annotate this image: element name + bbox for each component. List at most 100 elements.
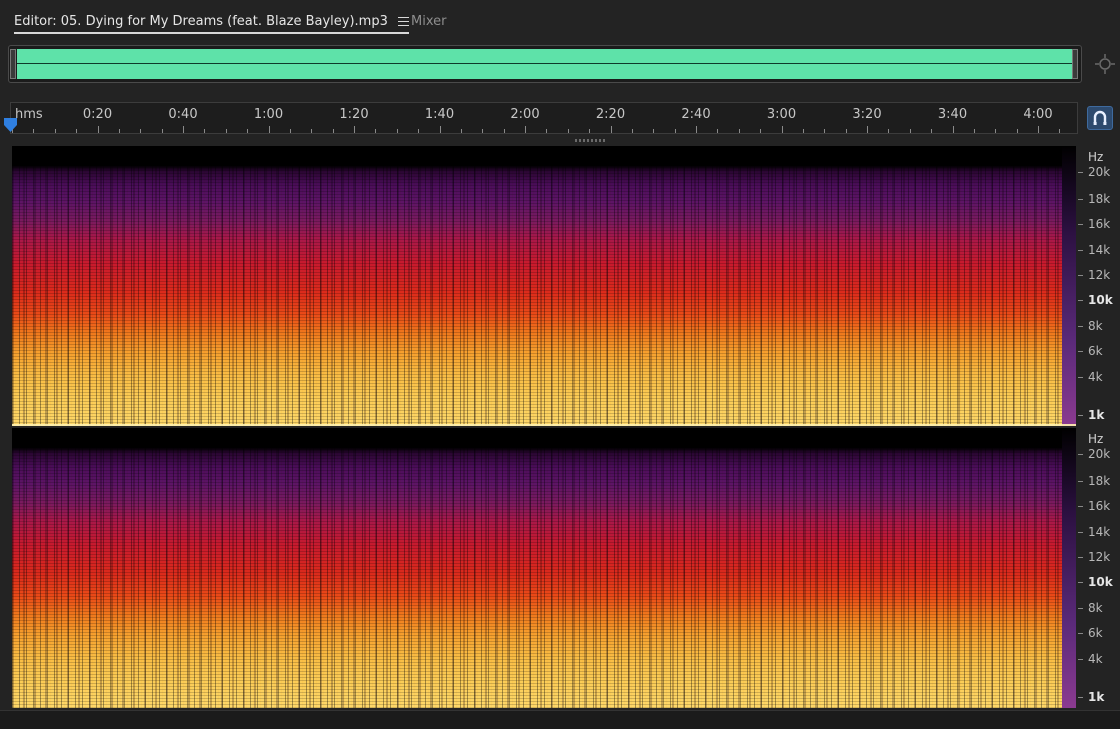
frequency-label: 4k bbox=[1088, 652, 1103, 666]
time-ruler-label: 3:20 bbox=[852, 107, 882, 122]
time-ruler-unit: hms bbox=[15, 107, 43, 122]
time-ruler-tick bbox=[845, 129, 847, 133]
tab-mixer[interactable]: Mixer bbox=[411, 10, 446, 32]
frequency-tick bbox=[1078, 250, 1083, 251]
time-ruler-tick bbox=[76, 129, 78, 133]
time-ruler-tick bbox=[781, 126, 783, 133]
overview-navigator[interactable] bbox=[8, 45, 1082, 83]
time-ruler-tick bbox=[909, 129, 911, 133]
time-ruler-tick bbox=[354, 126, 355, 133]
resize-grip-icon[interactable] bbox=[575, 139, 605, 142]
frequency-label: 14k bbox=[1088, 525, 1111, 539]
spectrogram-texture bbox=[12, 428, 1076, 708]
frequency-label: 14k bbox=[1088, 243, 1111, 257]
frequency-label: 16k bbox=[1088, 499, 1111, 513]
frequency-tick bbox=[1078, 275, 1083, 276]
frequency-label: 12k bbox=[1088, 550, 1111, 564]
frequency-tick bbox=[1078, 659, 1083, 660]
spectrogram-channel-right[interactable] bbox=[12, 428, 1076, 708]
frequency-scale-left[interactable]: Hz 20k 18k 16k 14k 12k 10k 8k 6k 4k 1k bbox=[1078, 146, 1120, 426]
frequency-tick bbox=[1078, 608, 1083, 609]
time-ruler-tick bbox=[140, 129, 142, 133]
spectrogram-end-fade bbox=[1062, 146, 1076, 426]
time-ruler-tick bbox=[482, 129, 484, 133]
time-ruler-tick bbox=[268, 126, 270, 133]
frequency-unit: Hz bbox=[1088, 150, 1104, 164]
time-ruler-tick bbox=[289, 129, 291, 133]
time-ruler-tick bbox=[118, 129, 120, 133]
time-ruler-tick bbox=[418, 129, 420, 133]
time-ruler-tick bbox=[717, 129, 719, 133]
channel-splitter[interactable] bbox=[0, 135, 1120, 146]
hamburger-menu-icon[interactable] bbox=[397, 16, 409, 26]
bottom-scrollbar[interactable] bbox=[0, 710, 1120, 729]
playhead-marker-icon[interactable] bbox=[4, 118, 17, 132]
overview-visible-range[interactable] bbox=[17, 49, 1073, 79]
frequency-tick bbox=[1078, 199, 1083, 200]
overview-waveform bbox=[17, 63, 1073, 64]
frequency-label: 1k bbox=[1088, 690, 1105, 704]
frequency-label: 12k bbox=[1088, 268, 1111, 282]
frequency-tick bbox=[1078, 697, 1083, 698]
spectrogram-texture bbox=[12, 146, 1076, 426]
time-ruler-tick bbox=[332, 129, 334, 133]
time-ruler-tick bbox=[867, 126, 868, 133]
frequency-scale-right[interactable]: Hz 20k 18k 16k 14k 12k 10k 8k 6k 4k 1k bbox=[1078, 428, 1120, 708]
time-ruler[interactable]: hms 0:20 0:40 1:00 1:20 1:40 2:00 2:20 2:40 3:00… bbox=[10, 102, 1078, 134]
time-ruler-tick bbox=[696, 126, 697, 133]
time-ruler-tick bbox=[33, 129, 35, 133]
frequency-label: 18k bbox=[1088, 192, 1111, 206]
time-ruler-tick bbox=[952, 126, 954, 133]
time-ruler-tick bbox=[589, 129, 591, 133]
time-ruler-tick bbox=[567, 129, 569, 133]
time-ruler-tick bbox=[1059, 129, 1061, 133]
frequency-label: 6k bbox=[1088, 626, 1103, 640]
time-ruler-tick bbox=[931, 129, 933, 133]
frequency-tick bbox=[1078, 172, 1083, 173]
snap-toggle-button[interactable] bbox=[1087, 106, 1113, 130]
frequency-tick bbox=[1078, 300, 1083, 301]
time-ruler-tick bbox=[738, 129, 740, 133]
overview-left-handle[interactable] bbox=[10, 49, 16, 79]
time-ruler-tick bbox=[631, 129, 633, 133]
frequency-tick bbox=[1078, 557, 1083, 558]
frequency-label: 10k bbox=[1088, 575, 1113, 589]
time-ruler-tick bbox=[97, 126, 99, 133]
time-ruler-tick bbox=[546, 129, 548, 133]
frequency-label: 20k bbox=[1088, 165, 1111, 179]
time-ruler-tick bbox=[973, 129, 975, 133]
time-ruler-tick bbox=[311, 129, 313, 133]
frequency-tick bbox=[1078, 506, 1083, 507]
snap-magnet-icon bbox=[1093, 110, 1107, 125]
time-ruler-tick bbox=[802, 129, 804, 133]
time-ruler-tick bbox=[888, 129, 890, 133]
time-ruler-label: 3:40 bbox=[937, 107, 968, 122]
tab-editor-label: Editor: 05. Dying for My Dreams (feat. B… bbox=[14, 13, 388, 29]
time-ruler-tick bbox=[247, 129, 249, 133]
time-ruler-tick bbox=[460, 129, 462, 133]
frequency-tick bbox=[1078, 415, 1083, 416]
spectrogram-channel-left[interactable] bbox=[12, 146, 1076, 426]
time-ruler-label: 2:40 bbox=[681, 107, 711, 122]
time-ruler-label: 2:00 bbox=[510, 107, 540, 122]
frequency-tick bbox=[1078, 532, 1083, 533]
time-ruler-label: 0:40 bbox=[168, 107, 198, 122]
time-ruler-label: 1:20 bbox=[339, 107, 369, 122]
time-ruler-tick bbox=[995, 129, 997, 133]
frequency-tick bbox=[1078, 633, 1083, 634]
time-ruler-label: 1:40 bbox=[424, 107, 455, 122]
frequency-label: 10k bbox=[1088, 293, 1113, 307]
tab-editor[interactable]: Editor: 05. Dying for My Dreams (feat. B… bbox=[14, 10, 409, 34]
frequency-tick bbox=[1078, 377, 1083, 378]
frequency-tick bbox=[1078, 582, 1083, 583]
time-ruler-tick bbox=[375, 129, 377, 133]
time-ruler-tick bbox=[54, 129, 56, 133]
time-ruler-label: 3:00 bbox=[766, 107, 797, 122]
time-ruler-label: 2:20 bbox=[595, 107, 626, 122]
time-ruler-tick bbox=[1016, 129, 1018, 133]
time-ruler-tick bbox=[653, 129, 655, 133]
time-ruler-label: 4:00 bbox=[1023, 107, 1053, 122]
zoom-navigator-icon[interactable] bbox=[1094, 53, 1116, 75]
overview-right-handle[interactable] bbox=[1072, 49, 1078, 79]
frequency-label: 6k bbox=[1088, 344, 1103, 358]
